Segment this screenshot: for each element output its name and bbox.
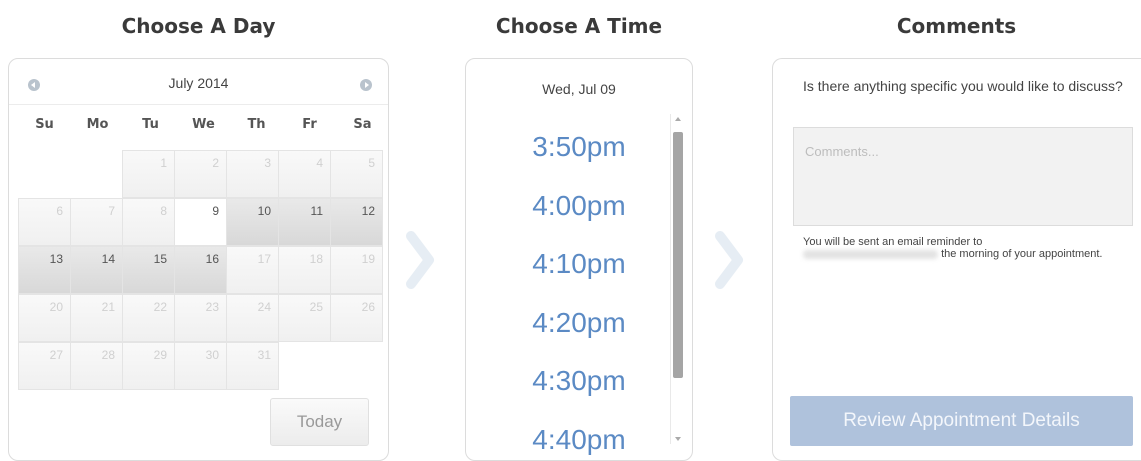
calendar-header: July 2014 (9, 59, 388, 105)
calendar-day: 8 (122, 198, 175, 246)
calendar-day: 18 (278, 246, 331, 294)
calendar-day: 22 (122, 294, 175, 342)
time-list-scrollbar[interactable] (670, 114, 684, 444)
calendar-day (70, 150, 123, 198)
review-appointment-button[interactable]: Review Appointment Details (790, 396, 1133, 446)
time-slot[interactable]: 4:20pm (494, 295, 664, 354)
calendar-grid: 1 2 3 4 5 6 7 8 9 10 11 12 13 14 15 16 1… (18, 150, 388, 390)
scrollbar-thumb[interactable] (673, 132, 683, 378)
calendar-day: 1 (122, 150, 175, 198)
calendar-day: 25 (278, 294, 331, 342)
calendar-day (330, 342, 383, 390)
today-button[interactable]: Today (270, 398, 369, 446)
weekday-label: Th (247, 117, 266, 132)
step-title-time: Choose A Time (495, 14, 663, 38)
calendar-day: 23 (174, 294, 227, 342)
time-slot[interactable]: 3:50pm (494, 119, 664, 178)
comments-question: Is there anything specific you would lik… (803, 78, 1123, 94)
calendar-day: 31 (226, 342, 279, 390)
calendar-day: 17 (226, 246, 279, 294)
time-slot-list: 3:50pm 4:00pm 4:10pm 4:20pm 4:30pm 4:40p… (494, 119, 664, 461)
calendar-day: 26 (330, 294, 383, 342)
calendar-day: 6 (18, 198, 71, 246)
calendar-day: 24 (226, 294, 279, 342)
weekday-label: Mo (86, 117, 109, 132)
calendar-day: 27 (18, 342, 71, 390)
weekday-label: Su (35, 117, 54, 132)
next-month-icon[interactable] (360, 79, 372, 91)
calendar-week: 6 7 8 9 10 11 12 (18, 198, 388, 246)
time-slot[interactable]: 4:10pm (494, 236, 664, 295)
calendar-day: 19 (330, 246, 383, 294)
calendar-day (278, 342, 331, 390)
reminder-suffix: the morning of your appointment. (941, 248, 1103, 260)
calendar-week: 13 14 15 16 17 18 19 (18, 246, 388, 294)
step-title-comments: Comments (896, 14, 1017, 38)
calendar-day: 29 (122, 342, 175, 390)
weekday-header-row: Su Mo Tu We Th Fr Sa (18, 117, 388, 147)
weekday-label: Tu (142, 117, 159, 132)
chevron-right-icon (715, 231, 743, 289)
scroll-down-icon[interactable] (675, 437, 681, 441)
calendar-day: 3 (226, 150, 279, 198)
calendar-week: 20 21 22 23 24 25 26 (18, 294, 388, 342)
chevron-right-icon (406, 231, 434, 289)
calendar-day[interactable]: 10 (226, 198, 279, 246)
calendar-day[interactable]: 15 (122, 246, 175, 294)
email-reminder-text: You will be sent an email reminder to th… (803, 236, 1113, 260)
calendar-day: 4 (278, 150, 331, 198)
time-slot[interactable]: 4:40pm (494, 412, 664, 461)
time-slot[interactable]: 4:30pm (494, 353, 664, 412)
calendar-day: 2 (174, 150, 227, 198)
calendar-day: 5 (330, 150, 383, 198)
calendar-day: 7 (70, 198, 123, 246)
calendar-day: 21 (70, 294, 123, 342)
calendar-day[interactable]: 16 (174, 246, 227, 294)
weekday-label: Fr (302, 117, 317, 132)
time-slot[interactable]: 4:00pm (494, 178, 664, 237)
calendar-month-label: July 2014 (168, 75, 229, 91)
calendar-week: 27 28 29 30 31 (18, 342, 388, 390)
comments-panel: Is there anything specific you would lik… (772, 58, 1141, 461)
reminder-prefix: You will be sent an email reminder to (803, 236, 983, 248)
calendar-day[interactable]: 11 (278, 198, 331, 246)
calendar-day[interactable]: 13 (18, 246, 71, 294)
calendar-panel: July 2014 Su Mo Tu We Th Fr Sa 1 2 3 4 5… (8, 58, 389, 461)
calendar-day (18, 150, 71, 198)
weekday-label: We (192, 117, 215, 132)
scroll-up-icon[interactable] (675, 117, 681, 121)
calendar-day: 28 (70, 342, 123, 390)
time-panel: Wed, Jul 09 3:50pm 4:00pm 4:10pm 4:20pm … (465, 58, 693, 461)
selected-date-label: Wed, Jul 09 (542, 81, 616, 97)
calendar-day[interactable]: 14 (70, 246, 123, 294)
redacted-email (803, 249, 938, 259)
calendar-day: 30 (174, 342, 227, 390)
weekday-label: Sa (353, 117, 372, 132)
calendar-day[interactable]: 9 (174, 198, 227, 246)
calendar-week: 1 2 3 4 5 (18, 150, 388, 198)
comments-input[interactable]: Comments... (793, 127, 1133, 226)
step-title-day: Choose A Day (121, 14, 276, 38)
calendar-day[interactable]: 12 (330, 198, 383, 246)
calendar-day: 20 (18, 294, 71, 342)
